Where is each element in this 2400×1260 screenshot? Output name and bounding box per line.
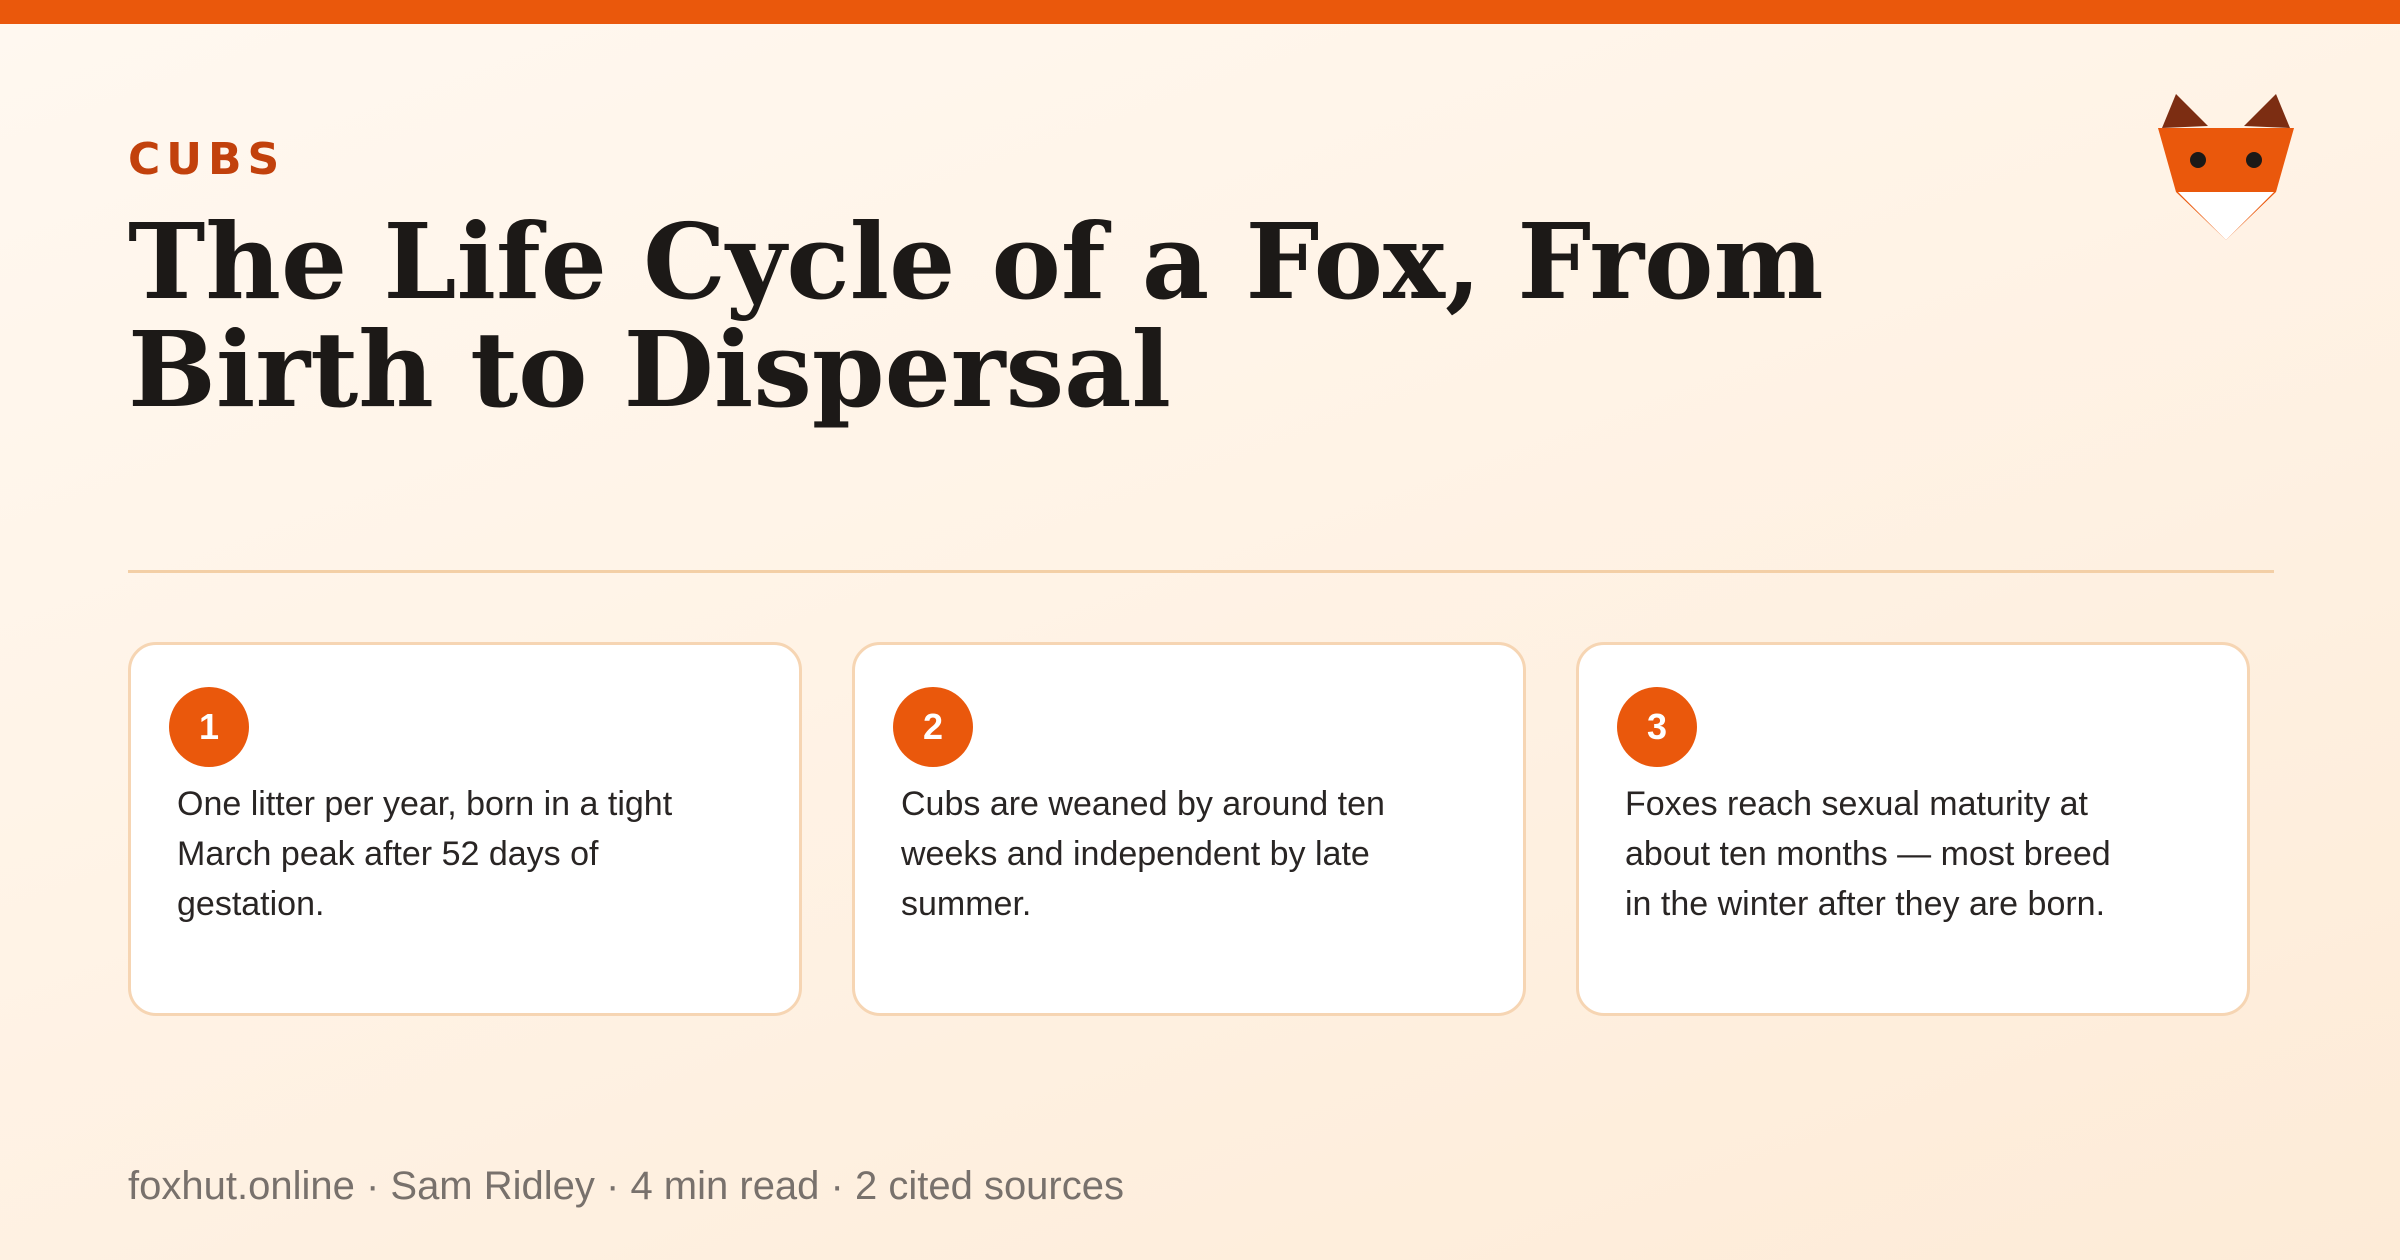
page-title: The Life Cycle of a Fox, From Birth to D… (128, 200, 1824, 431)
card-number-badge: 1 (169, 687, 249, 767)
fox-left-eye (2190, 152, 2206, 168)
fact-card-3: 3 Foxes reach sexual maturity at about t… (1576, 642, 2250, 1016)
top-accent-bar (0, 0, 2400, 24)
fact-card-1: 1 One litter per year, born in a tight M… (128, 642, 802, 1016)
card-text: Foxes reach sexual maturity at about ten… (1625, 785, 2111, 923)
category-label: CUBS (128, 134, 286, 185)
card-number-badge: 2 (893, 687, 973, 767)
card-text: One litter per year, born in a tight Mar… (177, 785, 673, 923)
fox-right-eye (2246, 152, 2262, 168)
fox-head-icon (2158, 94, 2294, 240)
card-text: Cubs are weaned by around ten weeks and … (901, 785, 1385, 923)
card-number-badge: 3 (1617, 687, 1697, 767)
footer-byline: foxhut.online · Sam Ridley · 4 min read … (128, 1164, 1124, 1208)
fox-muzzle (2178, 192, 2274, 240)
fox-right-ear (2244, 94, 2290, 128)
fact-card-2: 2 Cubs are weaned by around ten weeks an… (852, 642, 1526, 1016)
fox-left-ear (2162, 94, 2208, 128)
section-divider (128, 570, 2274, 573)
